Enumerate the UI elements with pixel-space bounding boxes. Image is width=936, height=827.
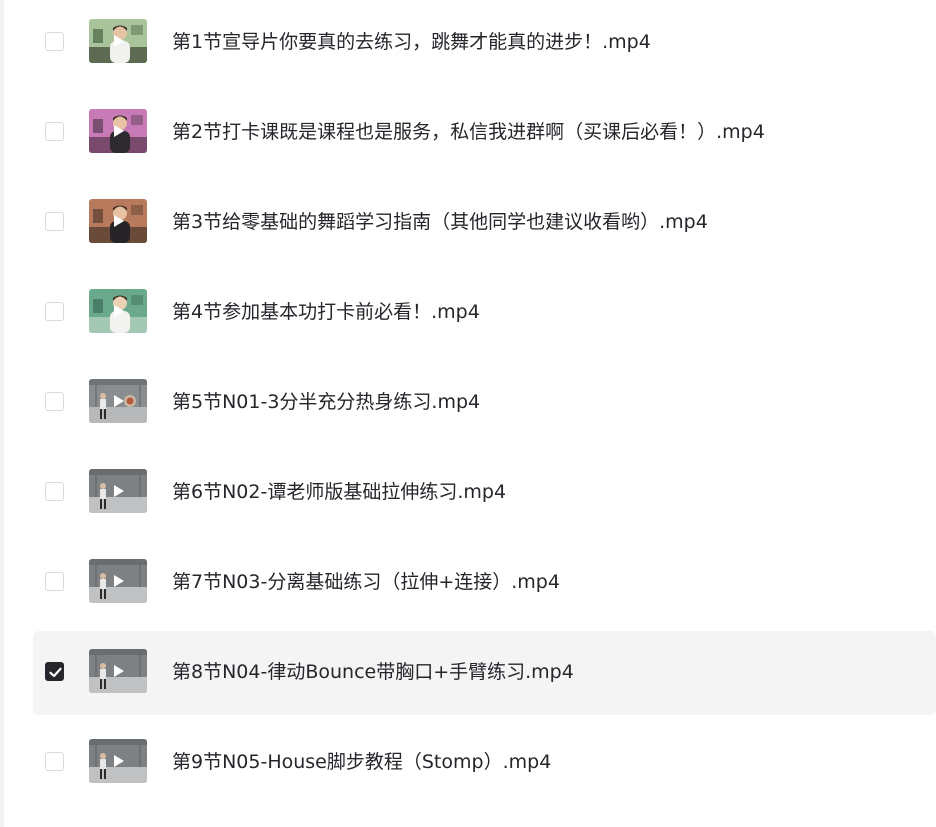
video-thumbnail[interactable] [89, 19, 147, 63]
file-row[interactable]: 第7节N03-分离基础练习（拉伸+连接）.mp4 [33, 541, 936, 625]
video-thumbnail[interactable] [89, 559, 147, 603]
play-icon [114, 125, 124, 137]
play-icon [114, 215, 124, 227]
file-row[interactable]: 第1节宣导片你要真的去练习，跳舞才能真的进步！.mp4 [33, 1, 936, 85]
file-name[interactable]: 第4节参加基本功打卡前必看！.mp4 [172, 300, 480, 324]
file-name[interactable]: 第8节N04-律动Bounce带胸口+手臂练习.mp4 [172, 660, 574, 684]
play-icon [114, 575, 124, 587]
checkbox-icon[interactable] [45, 752, 64, 771]
file-list: 第1节宣导片你要真的去练习，跳舞才能真的进步！.mp4 第2节打卡课既是课程也是服… [33, 0, 936, 827]
checkbox-icon[interactable] [45, 32, 64, 51]
video-thumbnail[interactable] [89, 469, 147, 513]
checkbox-icon[interactable] [45, 482, 64, 501]
checkbox-icon[interactable] [45, 122, 64, 141]
play-icon [114, 755, 124, 767]
file-row[interactable]: 第2节打卡课既是课程也是服务，私信我进群啊（买课后必看！）.mp4 [33, 91, 936, 175]
file-row[interactable]: 第8节N04-律动Bounce带胸口+手臂练习.mp4 [33, 631, 936, 715]
checkbox-icon[interactable] [45, 302, 64, 321]
play-icon [114, 665, 124, 677]
play-icon [114, 305, 124, 317]
file-name[interactable]: 第7节N03-分离基础练习（拉伸+连接）.mp4 [172, 570, 560, 594]
video-thumbnail[interactable] [89, 649, 147, 693]
file-name[interactable]: 第3节给零基础的舞蹈学习指南（其他同学也建议收看哟）.mp4 [172, 210, 708, 234]
file-row[interactable]: 第4节参加基本功打卡前必看！.mp4 [33, 271, 936, 355]
checkmark-icon [49, 667, 62, 678]
checkbox-icon[interactable] [45, 212, 64, 231]
file-row[interactable]: 第6节N02-谭老师版基础拉伸练习.mp4 [33, 451, 936, 535]
play-icon [114, 35, 124, 47]
file-name[interactable]: 第1节宣导片你要真的去练习，跳舞才能真的进步！.mp4 [172, 30, 651, 54]
file-row[interactable]: 第9节N05-House脚步教程（Stomp）.mp4 [33, 721, 936, 805]
checkbox-icon[interactable] [45, 392, 64, 411]
left-edge-divider [0, 0, 4, 827]
checkbox-icon[interactable] [45, 572, 64, 591]
file-name[interactable]: 第6节N02-谭老师版基础拉伸练习.mp4 [172, 480, 506, 504]
play-icon [114, 485, 124, 497]
file-name[interactable]: 第9节N05-House脚步教程（Stomp）.mp4 [172, 750, 551, 774]
file-row[interactable]: 第3节给零基础的舞蹈学习指南（其他同学也建议收看哟）.mp4 [33, 181, 936, 265]
video-thumbnail[interactable] [89, 379, 147, 423]
file-name[interactable]: 第5节N01-3分半充分热身练习.mp4 [172, 390, 480, 414]
checkbox-icon[interactable] [45, 662, 64, 681]
video-thumbnail[interactable] [89, 109, 147, 153]
video-thumbnail[interactable] [89, 199, 147, 243]
play-icon [114, 395, 124, 407]
video-thumbnail[interactable] [89, 289, 147, 333]
video-thumbnail[interactable] [89, 739, 147, 783]
file-name[interactable]: 第2节打卡课既是课程也是服务，私信我进群啊（买课后必看！）.mp4 [172, 120, 765, 144]
file-row[interactable]: 第5节N01-3分半充分热身练习.mp4 [33, 361, 936, 445]
